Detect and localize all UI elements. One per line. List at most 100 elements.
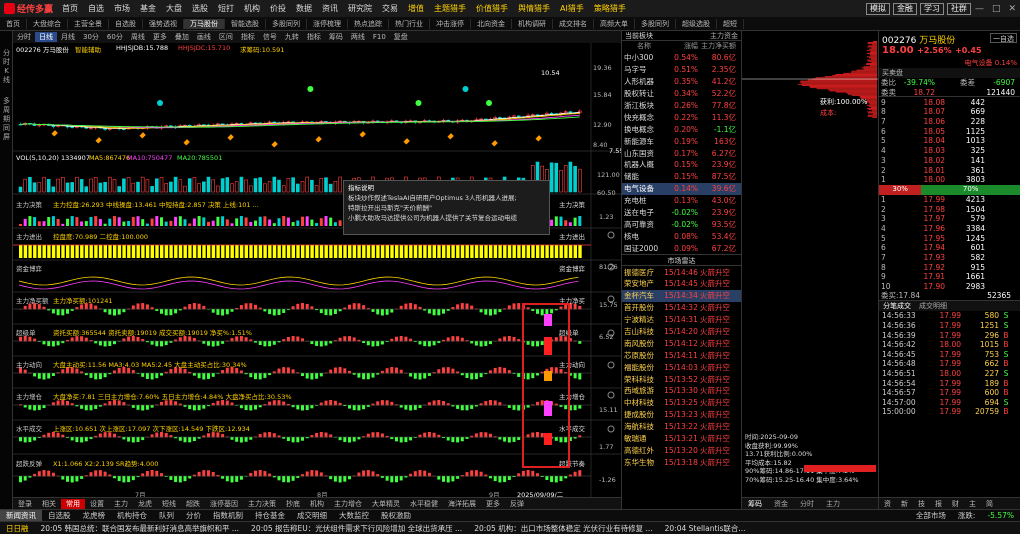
radar-row[interactable]: 高德红外 15/13:20 火箭升空 <box>622 445 741 457</box>
indicator-tab-5[interactable]: 龙虎 <box>133 499 157 509</box>
chip-tab-1[interactable]: 资金 <box>768 498 794 509</box>
workspace-tab-18[interactable]: 超短 <box>717 18 744 29</box>
radar-row[interactable]: 东华生物 15/13:18 火箭升空 <box>622 456 741 468</box>
ticker-item-1[interactable]: 20:05 韩国总统：联合国发布最新利好消息高举旗帜和平 ... <box>35 523 246 534</box>
indicator-tab-6[interactable]: 短线 <box>157 499 181 509</box>
menu-item-4[interactable]: 大盘 <box>161 3 187 14</box>
tab-tick[interactable]: 分笔成交 <box>879 301 915 311</box>
radar-row[interactable]: 中材科技 15/13:25 火箭升空 <box>622 397 741 409</box>
workspace-tab-15[interactable]: 高频大单 <box>594 18 635 29</box>
ticker-item-2[interactable]: 20:05 报告称EU：光伏组件需求下行风险增加 全球出货承压 ... <box>245 523 468 534</box>
sector-row[interactable]: 山东国资 0.17% 6.27亿 <box>622 147 741 159</box>
workspace-tab-14[interactable]: 成交排名 <box>553 18 594 29</box>
menu-item-14[interactable]: 主题猎手 <box>429 3 471 14</box>
chip-tab-3[interactable]: 主力 <box>820 498 846 509</box>
col-name[interactable]: 名称 <box>622 41 664 52</box>
menu-item-6[interactable]: 短打 <box>213 3 239 14</box>
quote-tab-3[interactable]: 报 <box>930 498 947 509</box>
indicator-tab-2[interactable]: 常用 <box>61 498 85 509</box>
radar-row[interactable]: 金杯汽车 15/14:34 火箭升空 <box>622 289 741 302</box>
bottom-tab-1[interactable]: 自选股 <box>42 510 77 521</box>
add-watchlist-button[interactable]: 一自选 <box>990 33 1017 43</box>
left-strip-char-6[interactable]: 期 <box>0 115 13 124</box>
sector-row[interactable]: 新能源车 0.19% 163亿 <box>622 135 741 147</box>
radar-row[interactable]: 首开股份 15/14:32 火箭升空 <box>622 302 741 314</box>
menu-item-3[interactable]: 基金 <box>135 3 161 14</box>
indicator-tab-3[interactable]: 设置 <box>85 499 109 509</box>
sector-row[interactable]: 浙江板块 0.26% 77.8亿 <box>622 100 741 112</box>
bottom-tab-7[interactable]: 持仓基金 <box>249 510 291 521</box>
sector-row[interactable]: 核电 0.08% 53.4亿 <box>622 230 741 242</box>
indicator-tab-1[interactable]: 相关 <box>37 499 61 509</box>
radar-row[interactable]: 宁波精达 15/14:31 火箭升空 <box>622 314 741 326</box>
quote-tab-6[interactable]: 简 <box>981 498 998 509</box>
chip-tab-0[interactable]: 筹码 <box>742 498 768 509</box>
indicator-tab-11[interactable]: 机构 <box>305 499 329 509</box>
col-change[interactable]: 涨幅 <box>664 41 698 52</box>
left-strip-char-7[interactable]: 同 <box>0 124 13 133</box>
indicator-tab-7[interactable]: 超跌 <box>181 499 205 509</box>
quote-tab-0[interactable]: 资 <box>879 498 896 509</box>
chip-tab-2[interactable]: 分时 <box>794 498 820 509</box>
left-strip-char-5[interactable]: 周 <box>0 106 13 115</box>
ticker-item-3[interactable]: 20:05 机构：出口市场整体稳定 光伏行业有待修复 ... <box>468 523 658 534</box>
menu-item-17[interactable]: AI猎手 <box>555 3 589 14</box>
workspace-tab-17[interactable]: 超级选股 <box>676 18 717 29</box>
quote-tab-2[interactable]: 技 <box>913 498 930 509</box>
sector-row[interactable]: 充电桩 0.13% 43.0亿 <box>622 195 741 207</box>
bottom-tab-3[interactable]: 机构持仓 <box>111 510 153 521</box>
radar-row[interactable]: 捷成股份 15/13:23 火箭升空 <box>622 409 741 421</box>
radar-row[interactable]: 荣安地产 15/14:45 火箭升空 <box>622 278 741 290</box>
top-right-button-0[interactable]: 模拟 <box>865 2 890 15</box>
radar-row[interactable]: 荣科科技 15/13:52 火箭升空 <box>622 373 741 385</box>
quote-tab-5[interactable]: 主 <box>964 498 981 509</box>
indicator-tab-15[interactable]: 海洋拓展 <box>443 499 481 509</box>
left-strip-char-4[interactable]: 多 <box>0 97 13 106</box>
bottom-tab-9[interactable]: 大数监控 <box>333 510 375 521</box>
quote-tab-1[interactable]: 新 <box>896 498 913 509</box>
workspace-tab-5[interactable]: 万马股份 <box>184 18 225 29</box>
sector-row[interactable]: 机器人概 0.15% 23.9亿 <box>622 159 741 171</box>
sector-row[interactable]: 马字号 0.51% 2.35亿 <box>622 64 741 76</box>
menu-item-16[interactable]: 舆情猎手 <box>513 3 555 14</box>
sector-row[interactable]: 送在电子 -0.02% 23.9亿 <box>622 207 741 219</box>
menu-item-13[interactable]: 增值 <box>403 3 429 14</box>
menu-item-10[interactable]: 资讯 <box>317 3 343 14</box>
bottom-tab-4[interactable]: 队列 <box>153 510 180 521</box>
maximize-icon[interactable]: □ <box>988 4 1005 14</box>
indicator-tab-14[interactable]: 水平稳健 <box>405 499 443 509</box>
workspace-tab-9[interactable]: 热点追踪 <box>348 18 389 29</box>
bottom-tab-8[interactable]: 成交明细 <box>291 510 333 521</box>
indicator-tab-4[interactable]: 主力 <box>109 499 133 509</box>
indicator-tab-10[interactable]: 抄底 <box>281 499 305 509</box>
col-netbuy[interactable]: 主力净买额 <box>698 41 736 52</box>
workspace-tab-4[interactable]: 强势透视 <box>143 18 184 29</box>
workspace-tab-7[interactable]: 多股同列 <box>266 18 307 29</box>
menu-item-8[interactable]: 价投 <box>265 3 291 14</box>
workspace-tab-2[interactable]: 主营全景 <box>68 18 109 29</box>
sector-header-right[interactable]: 主力资金 <box>710 31 738 40</box>
menu-item-0[interactable]: 首页 <box>57 3 83 14</box>
sector-row[interactable]: 高可靠资 -0.02% 93.5亿 <box>622 218 741 230</box>
left-strip-char-1[interactable]: 时 <box>0 58 13 67</box>
menu-item-18[interactable]: 策略猎手 <box>589 3 631 14</box>
workspace-tab-6[interactable]: 智能选股 <box>225 18 266 29</box>
sector-row[interactable]: 股权转让 0.34% 52.2亿 <box>622 88 741 100</box>
tab-detail[interactable]: 成交明细 <box>915 301 951 311</box>
left-strip-char-2[interactable]: K <box>0 67 13 76</box>
kline-chart-area[interactable]: 分时 日线 月线 30分 60分 周线 更多 叠加 画线 区间 指标 信号 九转 指标 筹码 两线 F10 复盘 … <box>13 31 623 509</box>
workspace-tab-0[interactable]: 首页 <box>0 18 27 29</box>
radar-row[interactable]: 吉山科技 15/14:20 火箭升空 <box>622 326 741 338</box>
quote-tab-4[interactable]: 财 <box>947 498 964 509</box>
radar-row[interactable]: 海航科技 15/13:22 火箭升空 <box>622 421 741 433</box>
menu-item-1[interactable]: 自选 <box>83 3 109 14</box>
workspace-tab-3[interactable]: 自选股 <box>109 18 143 29</box>
workspace-tab-10[interactable]: 热门行业 <box>389 18 430 29</box>
workspace-tab-1[interactable]: 大盘综合 <box>27 18 68 29</box>
menu-item-7[interactable]: 机构 <box>239 3 265 14</box>
left-strip-char-3[interactable]: 线 <box>0 76 13 85</box>
indicator-tab-17[interactable]: 反弹 <box>505 499 529 509</box>
radar-row[interactable]: 振德医疗 15/14:46 火箭升空 <box>622 266 741 278</box>
menu-item-12[interactable]: 交易 <box>377 3 403 14</box>
workspace-tab-8[interactable]: 涨停梳理 <box>307 18 348 29</box>
